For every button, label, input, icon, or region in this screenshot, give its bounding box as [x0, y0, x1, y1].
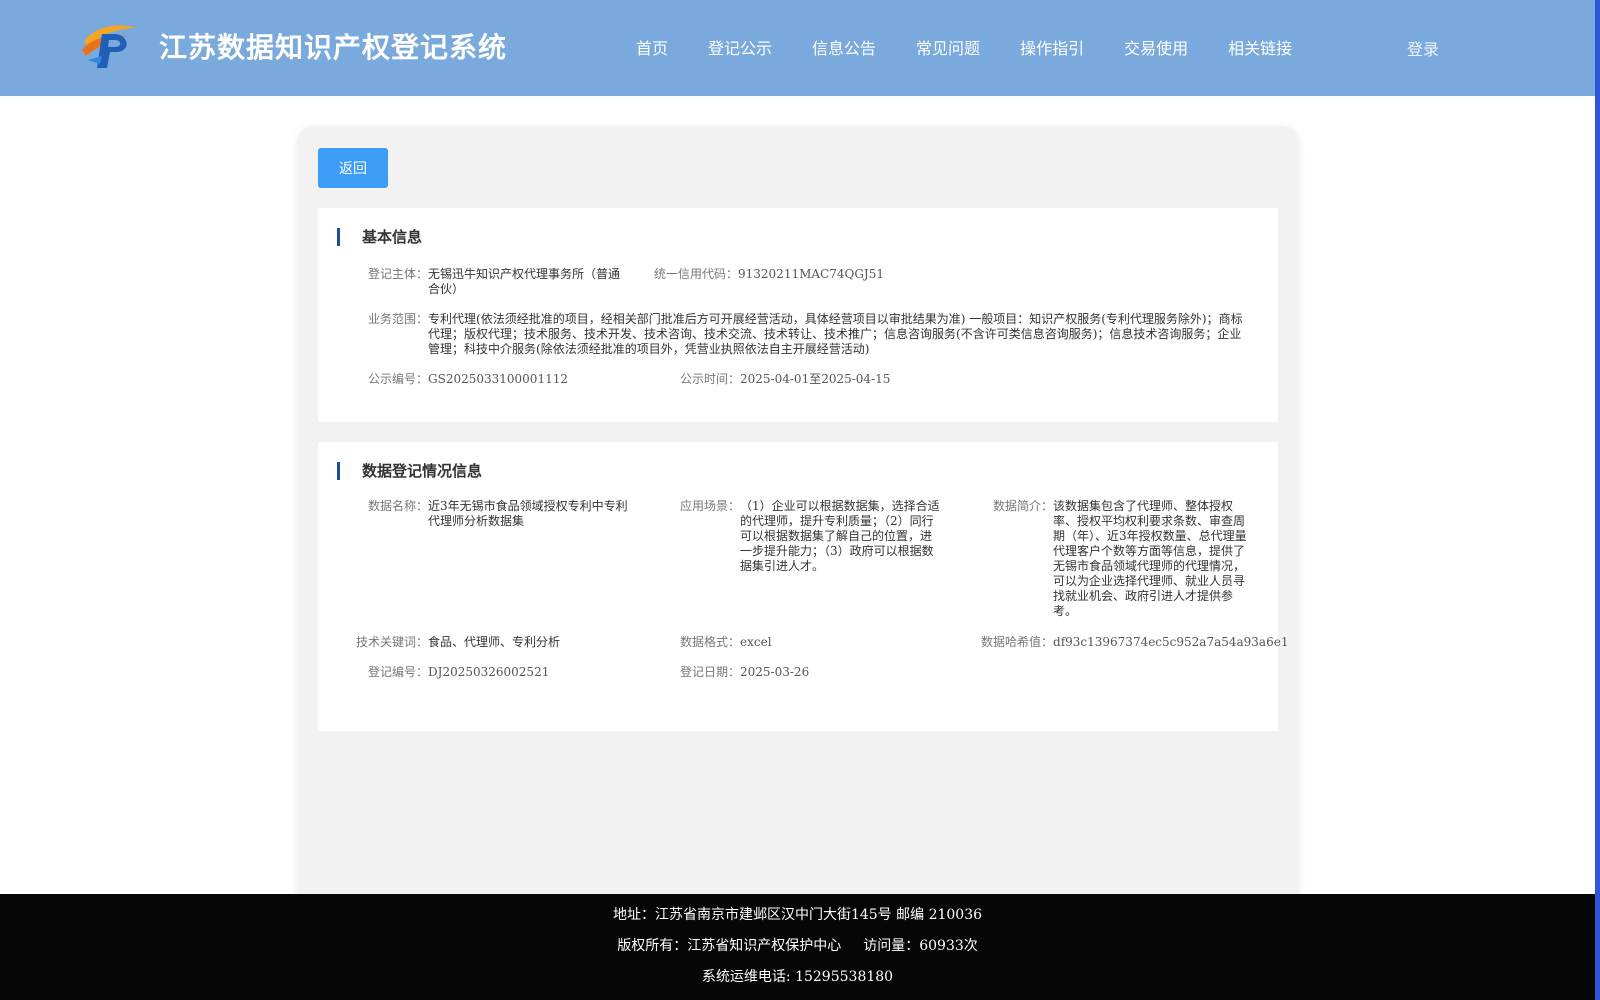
field-label: 技术关键词：: [356, 635, 429, 649]
field-label: 公示时间：: [680, 372, 741, 386]
page-footer: 地址：江苏省南京市建邺区汉中门大街145号 邮编 210036 版权所有：江苏省…: [0, 894, 1595, 1000]
field-label: 登记日期：: [680, 665, 741, 679]
field-label: 应用场景：: [680, 499, 741, 513]
top-header: 江苏数据知识产权登记系统 首页 登记公示 信息公告 常见问题 操作指引 交易使用…: [0, 0, 1595, 96]
nav-item-trade[interactable]: 交易使用: [1124, 35, 1188, 59]
nav-item-announcements[interactable]: 信息公告: [812, 35, 876, 59]
detail-panel: 返回 基本信息 登记主体： 无锡迅牛知识产权代理事务所（普通合伙） 统一信用代码…: [297, 127, 1299, 927]
field-label: 公示编号：: [368, 372, 429, 386]
field-value: 2025-03-26: [740, 665, 810, 679]
nav-item-faq[interactable]: 常见问题: [916, 35, 980, 59]
field-data-hash: 数据哈希值： df93c13967374ec5c952a7a54a93a6e1: [981, 635, 1288, 650]
field-value: 近3年无锡市食品领域授权专利中专利代理师分析数据集: [428, 499, 628, 528]
login-link[interactable]: 登录: [1407, 36, 1439, 60]
field-value: df93c13967374ec5c952a7a54a93a6e1: [1053, 635, 1289, 649]
main-nav: 首页 登记公示 信息公告 常见问题 操作指引 交易使用 相关链接: [636, 35, 1332, 59]
field-registration-no: 登记编号： DJ20250326002521: [368, 665, 668, 680]
footer-phone: 系统运维电话: 15295538180: [701, 969, 894, 985]
field-business-scope: 业务范围： 专利代理(依法须经批准的项目，经相关部门批准后方可开展经营活动，具体…: [368, 312, 1252, 357]
field-value: DJ20250326002521: [428, 665, 550, 679]
nav-item-guide[interactable]: 操作指引: [1020, 35, 1084, 59]
field-value: （1）企业可以根据数据集，选择合适的代理师，提升专利质量；（2）同行可以根据数据…: [740, 499, 940, 573]
footer-visits: 访问量：60933次: [863, 938, 978, 954]
site-logo-icon[interactable]: [80, 20, 140, 72]
back-button[interactable]: 返回: [318, 148, 388, 188]
section-title-basic: 基本信息: [337, 228, 422, 246]
field-keywords: 技术关键词： 食品、代理师、专利分析: [356, 635, 656, 650]
field-value: 该数据集包含了代理师、整体授权率、授权平均权利要求条数、审查周期（年）、近3年授…: [1053, 499, 1247, 618]
field-credit-code: 统一信用代码： 91320211MAC74QGJ51: [654, 267, 1054, 282]
field-registration-date: 登记日期： 2025-03-26: [680, 665, 960, 680]
field-value: 专利代理(依法须经批准的项目，经相关部门批准后方可开展经营活动，具体经营项目以审…: [428, 312, 1243, 356]
field-label: 业务范围：: [368, 312, 429, 326]
site-title[interactable]: 江苏数据知识产权登记系统: [159, 26, 507, 66]
footer-copyright: 版权所有：江苏省知识产权保护中心: [617, 938, 842, 954]
field-notice-no: 公示编号： GS2025033100001112: [368, 372, 668, 387]
nav-item-home[interactable]: 首页: [636, 35, 668, 59]
field-value: GS2025033100001112: [428, 372, 568, 386]
basic-info-card: 基本信息 登记主体： 无锡迅牛知识产权代理事务所（普通合伙） 统一信用代码： 9…: [318, 208, 1278, 422]
field-value: 91320211MAC74QGJ51: [738, 267, 885, 281]
footer-address: 地址：江苏省南京市建邺区汉中门大街145号 邮编 210036: [612, 907, 983, 923]
footer-copyright-line: 版权所有：江苏省知识产权保护中心 访问量：60933次: [0, 935, 1595, 955]
field-value: 食品、代理师、专利分析: [428, 635, 561, 649]
field-notice-time: 公示时间： 2025-04-01至2025-04-15: [680, 372, 980, 387]
field-value: excel: [740, 635, 772, 649]
field-label: 登记编号：: [368, 665, 429, 679]
nav-item-registration-notice[interactable]: 登记公示: [708, 35, 772, 59]
field-data-format: 数据格式： excel: [680, 635, 960, 650]
field-value: 2025-04-01至2025-04-15: [740, 372, 891, 386]
field-label: 数据格式：: [680, 635, 741, 649]
field-value: 无锡迅牛知识产权代理事务所（普通合伙）: [428, 267, 621, 296]
section-title-data: 数据登记情况信息: [337, 462, 482, 480]
data-registration-card: 数据登记情况信息 数据名称： 近3年无锡市食品领域授权专利中专利代理师分析数据集…: [318, 442, 1288, 731]
field-label: 数据哈希值：: [981, 635, 1054, 649]
field-label: 数据简介：: [993, 499, 1054, 513]
field-subject: 登记主体： 无锡迅牛知识产权代理事务所（普通合伙）: [368, 267, 623, 297]
field-label: 登记主体：: [368, 267, 429, 281]
nav-item-links[interactable]: 相关链接: [1228, 35, 1292, 59]
field-data-name: 数据名称： 近3年无锡市食品领域授权专利中专利代理师分析数据集: [368, 499, 633, 529]
field-data-intro: 数据简介： 该数据集包含了代理师、整体授权率、授权平均权利要求条数、审查周期（年…: [993, 499, 1255, 619]
field-application-scene: 应用场景： （1）企业可以根据数据集，选择合适的代理师，提升专利质量；（2）同行…: [680, 499, 944, 574]
scrollbar[interactable]: [1595, 0, 1600, 1000]
field-label: 统一信用代码：: [654, 267, 739, 281]
field-label: 数据名称：: [368, 499, 429, 513]
